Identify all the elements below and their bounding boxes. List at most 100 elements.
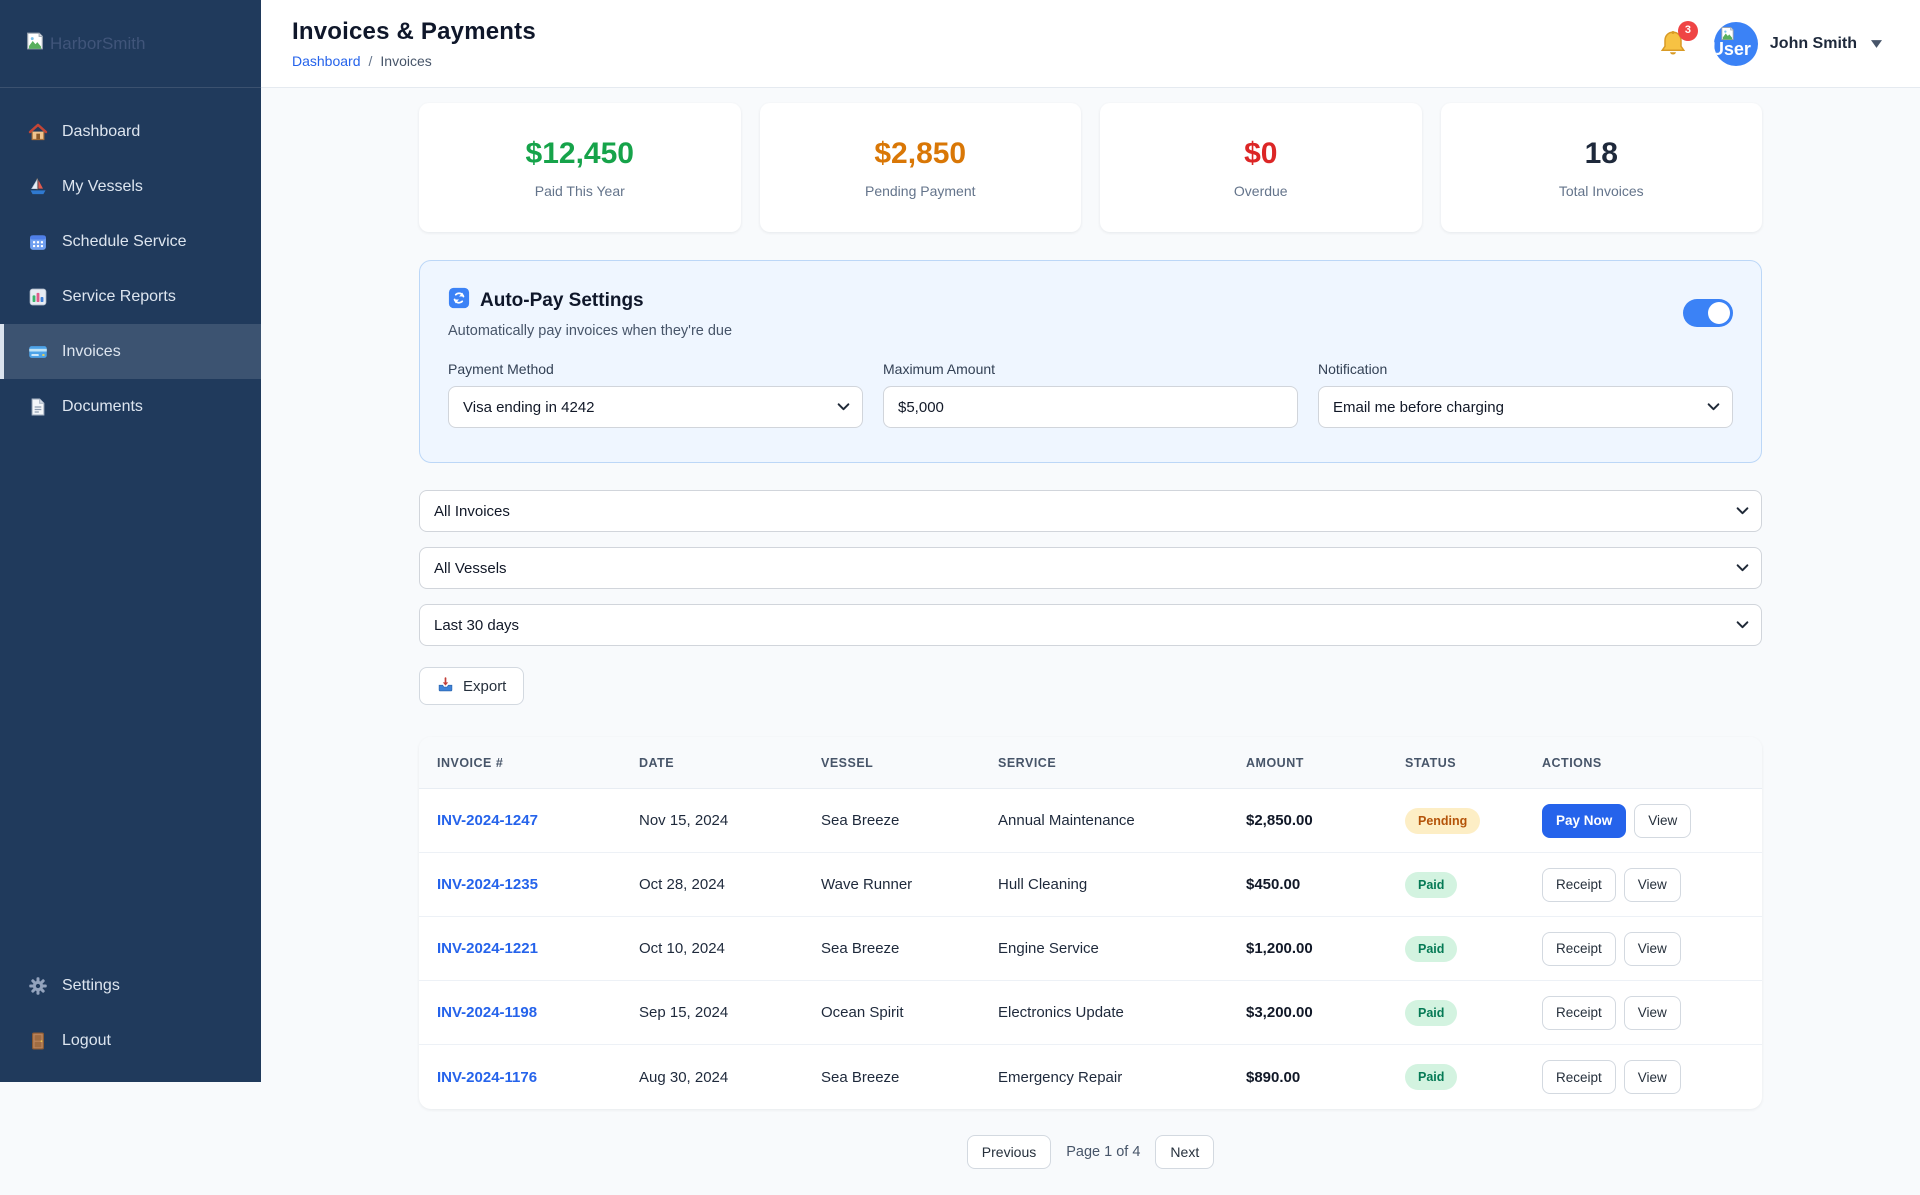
invoice-service: Annual Maintenance [998,812,1135,829]
invoice-amount: $2,850.00 [1246,812,1313,829]
stat-value: $0 [1244,136,1278,170]
invoice-link[interactable]: INV-2024-1235 [437,876,538,893]
status-badge: Paid [1405,935,1458,962]
notification-badge: 3 [1677,20,1698,41]
sailboat-icon [28,177,48,197]
stat-label: Total Invoices [1558,182,1644,199]
export-label: Export [463,677,507,695]
invoice-vessel: Sea Breeze [821,940,900,957]
table-row: INV-2024-1221 Oct 10, 2024 Sea Breeze En… [419,917,1762,981]
sidebar-item-label: Logout [62,1031,111,1049]
stat-label: Pending Payment [864,182,976,199]
breadcrumb-link-dashboard[interactable]: Dashboard [292,53,361,69]
calendar-icon [28,232,48,252]
document-icon [28,397,48,417]
sidebar-item-logout[interactable]: Logout [0,1013,261,1068]
next-page-button[interactable]: Next [1155,1135,1215,1169]
invoice-amount: $450.00 [1246,876,1301,893]
row-actions: Receipt View [1542,867,1744,902]
invoice-vessel: Sea Breeze [821,1068,900,1086]
chevron-down-icon [1871,39,1882,48]
receipt-button[interactable]: Receipt [1542,995,1616,1030]
pagination: Previous Page 1 of 4 Next [419,1135,1762,1189]
view-button[interactable]: View [1623,995,1681,1030]
notifications-button[interactable]: 3 [1658,20,1698,59]
invoice-status-filter[interactable]: All Invoices [419,490,1762,532]
invoice-service: Emergency Repair [998,1068,1123,1086]
app-root: HarborSmith Dashboard My Vessels Schedul… [0,0,1920,1195]
invoice-service: Engine Service [998,940,1099,957]
table-row: INV-2024-1198 Sep 15, 2024 Ocean Spirit … [419,981,1762,1045]
sidebar-item-invoices[interactable]: Invoices [0,324,261,379]
invoice-service: Hull Cleaning [998,876,1088,893]
table-header-row: INVOICE # DATE VESSEL SERVICE AMOUNT STATUS AC… [419,737,1762,789]
receipt-button[interactable]: Receipt [1542,867,1616,902]
sidebar-item-label: Schedule Service [62,232,187,250]
invoice-vessel: Sea Breeze [821,812,900,829]
column-header-service: SERVICE [998,755,1057,770]
sidebar-item-service-reports[interactable]: Service Reports [0,269,261,324]
invoice-link[interactable]: INV-2024-1221 [437,940,538,957]
filters: All Invoices All Vessels Last 30 days [419,490,1762,646]
main-content: $12,450 Paid This Year $2,850 Pending Pa… [261,88,1920,1195]
user-name: John Smith [1769,34,1857,52]
field-maximum-amount: Maximum Amount [883,361,1298,428]
date-range-filter[interactable]: Last 30 days [419,604,1762,646]
sidebar-item-label: Settings [62,976,120,994]
toggle-knob [1708,302,1730,324]
row-actions: Pay Now View [1542,803,1744,838]
inbox-tray-icon [437,676,454,697]
vessel-filter[interactable]: All Vessels [419,547,1762,589]
sidebar-item-label: Invoices [62,342,121,360]
receipt-button[interactable]: Receipt [1542,931,1616,966]
notification-select[interactable]: Email me before charging [1318,386,1733,428]
invoice-link[interactable]: INV-2024-1247 [437,812,538,829]
field-label: Payment Method [448,361,554,377]
column-header-invoice: INVOICE # [437,755,504,770]
view-button[interactable]: View [1623,931,1681,966]
sidebar-item-settings[interactable]: Settings [0,958,261,1013]
user-menu[interactable]: User John Smith [1713,21,1882,66]
sidebar-item-schedule-service[interactable]: Schedule Service [0,214,261,269]
invoice-link[interactable]: INV-2024-1198 [437,1004,537,1021]
table-row: INV-2024-1235 Oct 28, 2024 Wave Runner H… [419,853,1762,917]
sidebar-item-label: Service Reports [62,287,176,305]
pay-now-button[interactable]: Pay Now [1542,803,1627,838]
invoice-amount: $3,200.00 [1246,1004,1313,1021]
breadcrumb-current: Invoices [380,53,432,69]
sidebar-item-documents[interactable]: Documents [0,379,261,434]
row-actions: Receipt View [1542,995,1744,1030]
field-label: Maximum Amount [883,361,996,377]
table-row: INV-2024-1176 Aug 30, 2024 Sea Breeze Em… [419,1045,1762,1109]
sidebar-item-label: Documents [62,397,143,415]
header: Invoices & Payments Dashboard / Invoices… [261,0,1920,88]
field-payment-method: Payment Method Visa ending in 4242 [448,361,863,428]
previous-page-button[interactable]: Previous [966,1135,1052,1169]
status-badge: Paid [1405,871,1458,898]
stat-label: Paid This Year [534,182,625,199]
header-actions: 3 User John Smith [1658,20,1882,66]
view-button[interactable]: View [1623,1060,1681,1094]
payment-method-select[interactable]: Visa ending in 4242 [448,386,863,428]
header-titles: Invoices & Payments Dashboard / Invoices [292,18,536,69]
bell-icon [1658,30,1688,63]
invoice-link[interactable]: INV-2024-1176 [437,1069,537,1086]
column-header-actions: ACTIONS [1542,755,1602,770]
autopay-toggle[interactable] [1683,299,1733,327]
row-actions: Receipt View [1542,1060,1744,1094]
invoices-table: INVOICE # DATE VESSEL SERVICE AMOUNT STATUS AC… [419,737,1762,1109]
page-title: Invoices & Payments [292,18,536,45]
sidebar-item-my-vessels[interactable]: My Vessels [0,159,261,214]
auto-pay-icon [448,287,470,314]
view-button[interactable]: View [1623,867,1681,902]
invoice-date: Nov 15, 2024 [639,812,729,829]
invoice-service: Electronics Update [998,1004,1124,1021]
view-button[interactable]: View [1634,803,1692,838]
avatar-alt-text: User [1713,38,1751,59]
autopay-title: Auto-Pay Settings [480,289,644,311]
maximum-amount-input[interactable] [883,386,1298,428]
receipt-button[interactable]: Receipt [1542,1060,1616,1094]
invoice-vessel: Ocean Spirit [821,1004,904,1021]
sidebar-item-dashboard[interactable]: Dashboard [0,104,261,159]
export-button[interactable]: Export [419,667,525,705]
